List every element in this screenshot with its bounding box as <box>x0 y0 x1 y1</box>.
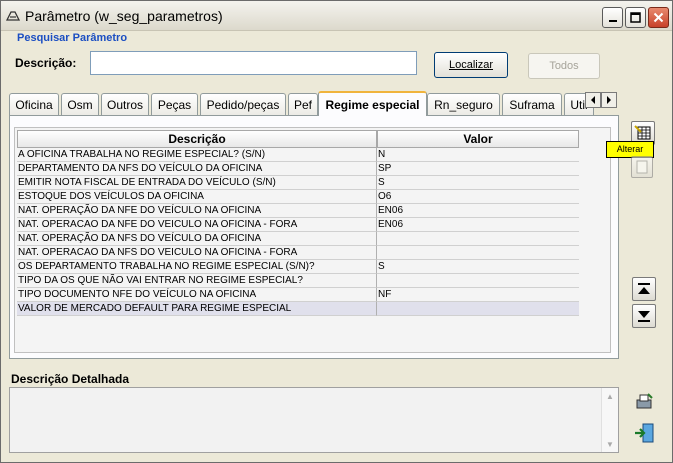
tab-scroll-right-button[interactable] <box>601 92 617 108</box>
table-row[interactable]: NAT. OPERAÇÃO DA NFS DO VEÍCULO DA OFICI… <box>17 232 579 246</box>
arrow-right-icon <box>607 96 611 104</box>
print-button[interactable] <box>632 390 656 414</box>
close-icon <box>653 12 664 23</box>
row-description-cell: DEPARTAMENTO DA NFS DO VEÍCULO DA OFICIN… <box>17 162 377 176</box>
row-description-cell: VALOR DE MERCADO DEFAULT PARA REGIME ESP… <box>17 302 377 316</box>
grid-rows: A OFICINA TRABALHA NO REGIME ESPECIAL? (… <box>17 148 579 316</box>
window-title: Parâmetro (w_seg_parametros) <box>25 8 223 24</box>
row-description-cell: NAT. OPERAÇÃO DA NFS DO VEÍCULO DA OFICI… <box>17 232 377 246</box>
tab-outros[interactable]: Outros <box>101 93 149 115</box>
arrow-bottom-icon <box>638 311 650 322</box>
description-label: Descrição: <box>15 56 77 70</box>
table-row[interactable]: TIPO DOCUMENTO NFE DO VEÍCULO NA OFICINA… <box>17 288 579 302</box>
row-description-cell: OS DEPARTAMENTO TRABALHA NO REGIME ESPEC… <box>17 260 377 274</box>
minimize-icon <box>608 19 617 22</box>
exit-door-icon <box>635 423 654 443</box>
scroll-up-arrow-icon[interactable]: ▲ <box>602 388 618 404</box>
scroll-down-arrow-icon[interactable]: ▼ <box>602 436 618 452</box>
table-row[interactable]: VALOR DE MERCADO DEFAULT PARA REGIME ESP… <box>17 302 579 316</box>
tab-pedido-pecas[interactable]: Pedido/peças <box>200 93 286 115</box>
maximize-icon <box>630 12 641 23</box>
row-value-cell[interactable]: NF <box>377 288 579 302</box>
printer-icon <box>636 393 653 409</box>
detail-description-field[interactable]: ▲ ▼ <box>9 387 619 453</box>
column-header-description[interactable]: Descrição <box>17 130 377 148</box>
main-window: Parâmetro (w_seg_parametros) Pesquisar P… <box>0 0 673 463</box>
tab-suframa[interactable]: Suframa <box>502 93 562 115</box>
column-header-value[interactable]: Valor <box>377 130 579 148</box>
table-row[interactable]: ESTOQUE DOS VEÍCULOS DA OFICINA O6 <box>17 190 579 204</box>
description-input[interactable] <box>90 51 417 75</box>
table-row[interactable]: OS DEPARTAMENTO TRABALHA NO REGIME ESPEC… <box>17 260 579 274</box>
table-row[interactable]: TIPO DA OS QUE NÃO VAI ENTRAR NO REGIME … <box>17 274 579 288</box>
table-row[interactable]: NAT. OPERAÇÃO DA NFE DO VEÍCULO NA OFICI… <box>17 204 579 218</box>
exit-button[interactable] <box>632 421 656 445</box>
table-row[interactable]: NAT. OPERACAO DA NFS DO VEICULO NA OFICI… <box>17 246 579 260</box>
tab-oficina[interactable]: Oficina <box>9 93 59 115</box>
row-value-cell[interactable]: SP <box>377 162 579 176</box>
table-row[interactable]: A OFICINA TRABALHA NO REGIME ESPECIAL? (… <box>17 148 579 162</box>
row-description-cell: NAT. OPERAÇÃO DA NFE DO VEÍCULO NA OFICI… <box>17 204 377 218</box>
tab-scroll-left-button[interactable] <box>585 92 601 108</box>
document-icon <box>636 160 648 174</box>
tab-pef[interactable]: Pef <box>288 93 318 115</box>
row-value-cell[interactable]: EN06 <box>377 218 579 232</box>
parameters-grid[interactable]: Descrição Valor A OFICINA TRABALHA NO RE… <box>14 127 611 353</box>
row-value-cell[interactable] <box>377 302 579 316</box>
arrow-left-icon <box>591 96 595 104</box>
row-value-cell[interactable] <box>377 232 579 246</box>
edit-grid-icon <box>634 125 651 140</box>
row-value-cell[interactable]: EN06 <box>377 204 579 218</box>
row-value-cell[interactable]: S <box>377 176 579 190</box>
tab-osm[interactable]: Osm <box>61 93 99 115</box>
arrow-top-icon <box>638 283 650 294</box>
row-description-cell: TIPO DOCUMENTO NFE DO VEÍCULO NA OFICINA <box>17 288 377 302</box>
row-description-cell: A OFICINA TRABALHA NO REGIME ESPECIAL? (… <box>17 148 377 162</box>
locate-button[interactable]: Localizar <box>434 52 508 78</box>
row-description-cell: ESTOQUE DOS VEÍCULOS DA OFICINA <box>17 190 377 204</box>
close-button[interactable] <box>648 7 669 28</box>
app-icon <box>5 11 21 21</box>
detail-scrollbar[interactable]: ▲ ▼ <box>601 388 618 452</box>
row-value-cell[interactable]: S <box>377 260 579 274</box>
row-value-cell[interactable]: N <box>377 148 579 162</box>
row-description-cell: EMITIR NOTA FISCAL DE ENTRADA DO VEÍCULO… <box>17 176 377 190</box>
all-button-label: Todos <box>549 60 579 72</box>
tab-scroll-arrows <box>585 92 618 108</box>
locate-button-label: Localizar <box>448 59 494 71</box>
minimize-button[interactable] <box>602 7 623 28</box>
tab-bar: Oficina Osm Outros Peças Pedido/peças Pe… <box>9 91 619 116</box>
tab-pecas[interactable]: Peças <box>151 93 198 115</box>
grid-header: Descrição Valor <box>17 130 579 148</box>
tab-regime-especial[interactable]: Regime especial <box>318 91 427 116</box>
row-value-cell[interactable] <box>377 246 579 260</box>
move-first-button[interactable] <box>632 277 656 301</box>
row-value-cell[interactable]: O6 <box>377 190 579 204</box>
search-group-label: Pesquisar Parâmetro <box>17 32 128 44</box>
row-description-cell: TIPO DA OS QUE NÃO VAI ENTRAR NO REGIME … <box>17 274 377 288</box>
table-row[interactable]: NAT. OPERACAO DA NFE DO VEICULO NA OFICI… <box>17 218 579 232</box>
row-value-cell[interactable] <box>377 274 579 288</box>
row-description-cell: NAT. OPERACAO DA NFE DO VEICULO NA OFICI… <box>17 218 377 232</box>
move-last-button[interactable] <box>632 304 656 328</box>
table-row[interactable]: EMITIR NOTA FISCAL DE ENTRADA DO VEÍCULO… <box>17 176 579 190</box>
maximize-button[interactable] <box>625 7 646 28</box>
table-row[interactable]: DEPARTAMENTO DA NFS DO VEÍCULO DA OFICIN… <box>17 162 579 176</box>
title-bar[interactable]: Parâmetro (w_seg_parametros) <box>1 1 672 31</box>
secondary-action-button[interactable] <box>631 156 653 178</box>
detail-description-label: Descrição Detalhada <box>11 372 130 386</box>
all-button[interactable]: Todos <box>528 53 600 79</box>
tab-panel-regime-especial: Descrição Valor A OFICINA TRABALHA NO RE… <box>9 115 619 359</box>
tab-rn-seguro[interactable]: Rn_seguro <box>427 93 500 115</box>
row-description-cell: NAT. OPERACAO DA NFS DO VEICULO NA OFICI… <box>17 246 377 260</box>
